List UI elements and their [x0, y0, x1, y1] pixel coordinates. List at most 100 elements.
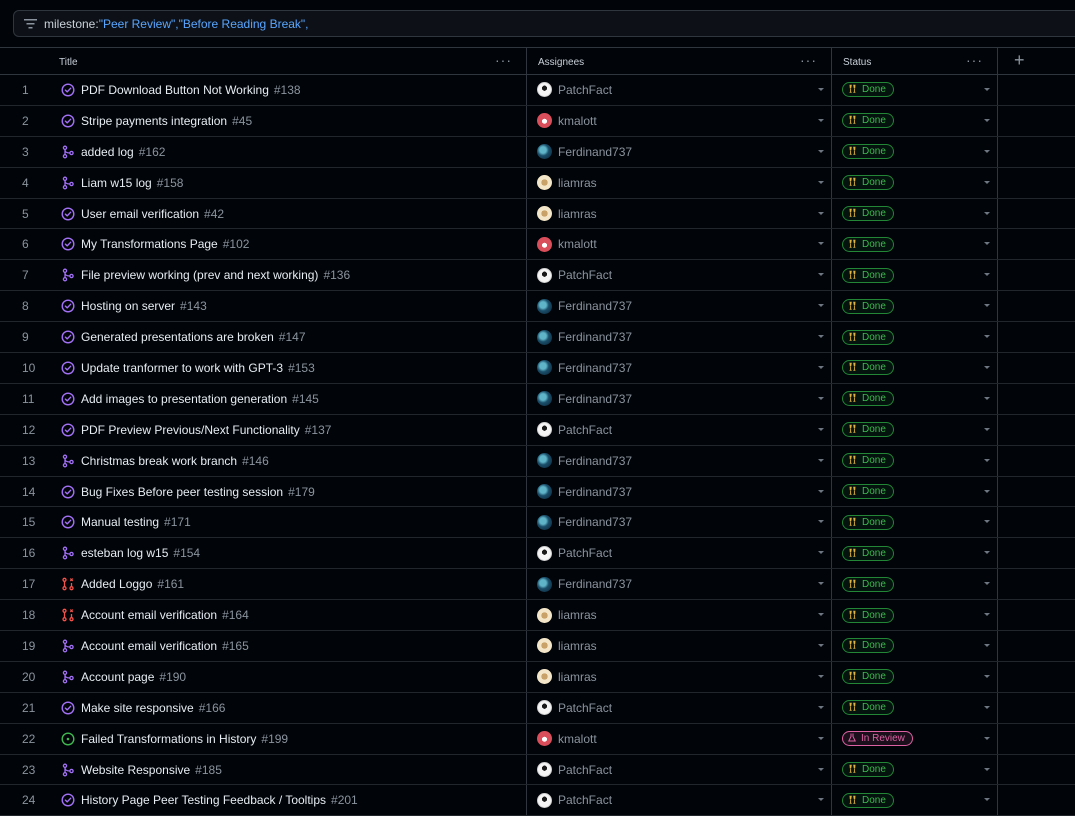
chevron-down-icon[interactable]: [984, 551, 990, 555]
chevron-down-icon[interactable]: [984, 118, 990, 122]
assignee-cell[interactable]: liamras: [527, 600, 832, 631]
status-cell[interactable]: Done: [832, 754, 998, 785]
status-cell[interactable]: Done: [832, 600, 998, 631]
table-row[interactable]: 8 Hosting on server #143 Ferdinand737 Done: [0, 291, 1075, 323]
table-row[interactable]: 3 added log #162 Ferdinand737 Done: [0, 136, 1075, 168]
assignee-cell[interactable]: PatchFact: [527, 414, 832, 445]
assignee-cell[interactable]: liamras: [527, 198, 832, 229]
status-cell[interactable]: Done: [832, 631, 998, 661]
status-cell[interactable]: Done: [832, 507, 998, 538]
chevron-down-icon[interactable]: [984, 335, 990, 339]
chevron-down-icon[interactable]: [818, 242, 824, 246]
assignee-cell[interactable]: kmalott: [527, 105, 832, 136]
column-menu-icon[interactable]: ···: [966, 52, 983, 68]
title-cell[interactable]: added log #162: [48, 136, 527, 167]
chevron-down-icon[interactable]: [818, 798, 824, 802]
status-cell[interactable]: Done: [832, 785, 998, 816]
assignee-cell[interactable]: Ferdinand737: [527, 569, 832, 600]
item-title-link[interactable]: added log: [81, 145, 134, 159]
status-cell[interactable]: Done: [832, 445, 998, 476]
item-title-link[interactable]: User email verification: [81, 207, 199, 221]
chevron-down-icon[interactable]: [984, 705, 990, 709]
item-title-link[interactable]: esteban log w15: [81, 546, 168, 560]
item-title-link[interactable]: Add images to presentation generation: [81, 392, 287, 406]
table-row[interactable]: 17 Added Loggo #161 Ferdinand737 Done: [0, 569, 1075, 601]
status-cell[interactable]: Done: [832, 383, 998, 414]
chevron-down-icon[interactable]: [984, 520, 990, 524]
chevron-down-icon[interactable]: [818, 551, 824, 555]
chevron-down-icon[interactable]: [818, 613, 824, 617]
table-row[interactable]: 11 Add images to presentation generation #…: [0, 383, 1075, 415]
table-row[interactable]: 7 File preview working (prev and next wor…: [0, 260, 1075, 292]
chevron-down-icon[interactable]: [984, 273, 990, 277]
assignee-cell[interactable]: kmalott: [527, 723, 832, 754]
assignee-cell[interactable]: Ferdinand737: [527, 507, 832, 538]
table-row[interactable]: 12 PDF Preview Previous/Next Functionalit…: [0, 414, 1075, 446]
title-cell[interactable]: File preview working (prev and next work…: [48, 260, 527, 291]
assignee-cell[interactable]: Ferdinand737: [527, 136, 832, 167]
title-cell[interactable]: Liam w15 log #158: [48, 167, 527, 198]
item-title-link[interactable]: Account page: [81, 670, 154, 684]
chevron-down-icon[interactable]: [984, 582, 990, 586]
chevron-down-icon[interactable]: [984, 242, 990, 246]
chevron-down-icon[interactable]: [818, 335, 824, 339]
item-title-link[interactable]: Manual testing: [81, 515, 159, 529]
table-row[interactable]: 19 Account email verification #165 liamras D…: [0, 631, 1075, 662]
chevron-down-icon[interactable]: [818, 396, 824, 400]
assignee-cell[interactable]: Ferdinand737: [527, 353, 832, 383]
table-row[interactable]: 24 History Page Peer Testing Feedback / T…: [0, 785, 1075, 816]
table-row[interactable]: 9 Generated presentations are broken #147 F…: [0, 322, 1075, 354]
title-cell[interactable]: Account email verification #165: [48, 631, 527, 661]
plus-icon[interactable]: +: [1014, 50, 1025, 71]
chevron-down-icon[interactable]: [984, 767, 990, 771]
chevron-down-icon[interactable]: [818, 520, 824, 524]
table-row[interactable]: 16 esteban log w15 #154 PatchFact Done: [0, 538, 1075, 570]
title-cell[interactable]: Hosting on server #143: [48, 291, 527, 322]
status-cell[interactable]: Done: [832, 353, 998, 383]
chevron-down-icon[interactable]: [984, 149, 990, 153]
status-cell[interactable]: Done: [832, 260, 998, 291]
chevron-down-icon[interactable]: [984, 489, 990, 493]
status-cell[interactable]: Done: [832, 75, 998, 105]
table-row[interactable]: 15 Manual testing #171 Ferdinand737 Done: [0, 507, 1075, 539]
title-cell[interactable]: History Page Peer Testing Feedback / Too…: [48, 785, 527, 816]
item-title-link[interactable]: Make site responsive: [81, 701, 194, 715]
status-cell[interactable]: Done: [832, 322, 998, 353]
chevron-down-icon[interactable]: [818, 705, 824, 709]
status-cell[interactable]: Done: [832, 569, 998, 600]
column-header-title[interactable]: Title ···: [48, 48, 527, 74]
column-menu-icon[interactable]: ···: [495, 52, 512, 68]
chevron-down-icon[interactable]: [984, 644, 990, 648]
title-cell[interactable]: esteban log w15 #154: [48, 538, 527, 569]
title-cell[interactable]: Failed Transformations in History #199: [48, 723, 527, 754]
item-title-link[interactable]: Stripe payments integration: [81, 114, 227, 128]
chevron-down-icon[interactable]: [984, 458, 990, 462]
item-title-link[interactable]: Account email verification: [81, 608, 217, 622]
column-menu-icon[interactable]: ···: [800, 52, 817, 68]
title-cell[interactable]: Add images to presentation generation #14…: [48, 383, 527, 414]
status-cell[interactable]: Done: [832, 414, 998, 445]
table-row[interactable]: 5 User email verification #42 liamras Done: [0, 198, 1075, 230]
assignee-cell[interactable]: Ferdinand737: [527, 291, 832, 322]
item-title-link[interactable]: Generated presentations are broken: [81, 330, 274, 344]
status-cell[interactable]: Done: [832, 476, 998, 507]
title-cell[interactable]: Website Responsive #185: [48, 754, 527, 785]
title-cell[interactable]: PDF Download Button Not Working #138: [48, 75, 527, 105]
chevron-down-icon[interactable]: [984, 613, 990, 617]
item-title-link[interactable]: Account email verification: [81, 639, 217, 653]
chevron-down-icon[interactable]: [984, 211, 990, 215]
title-cell[interactable]: Make site responsive #166: [48, 692, 527, 723]
assignee-cell[interactable]: Ferdinand737: [527, 383, 832, 414]
status-cell[interactable]: Done: [832, 291, 998, 322]
status-cell[interactable]: Done: [832, 229, 998, 260]
chevron-down-icon[interactable]: [984, 180, 990, 184]
assignee-cell[interactable]: PatchFact: [527, 785, 832, 816]
chevron-down-icon[interactable]: [818, 644, 824, 648]
title-cell[interactable]: Generated presentations are broken #147: [48, 322, 527, 353]
assignee-cell[interactable]: PatchFact: [527, 75, 832, 105]
status-cell[interactable]: Done: [832, 692, 998, 723]
item-title-link[interactable]: File preview working (prev and next work…: [81, 268, 318, 282]
chevron-down-icon[interactable]: [818, 489, 824, 493]
table-row[interactable]: 13 Christmas break work branch #146 Ferdina…: [0, 445, 1075, 477]
title-cell[interactable]: Bug Fixes Before peer testing session #17…: [48, 476, 527, 507]
